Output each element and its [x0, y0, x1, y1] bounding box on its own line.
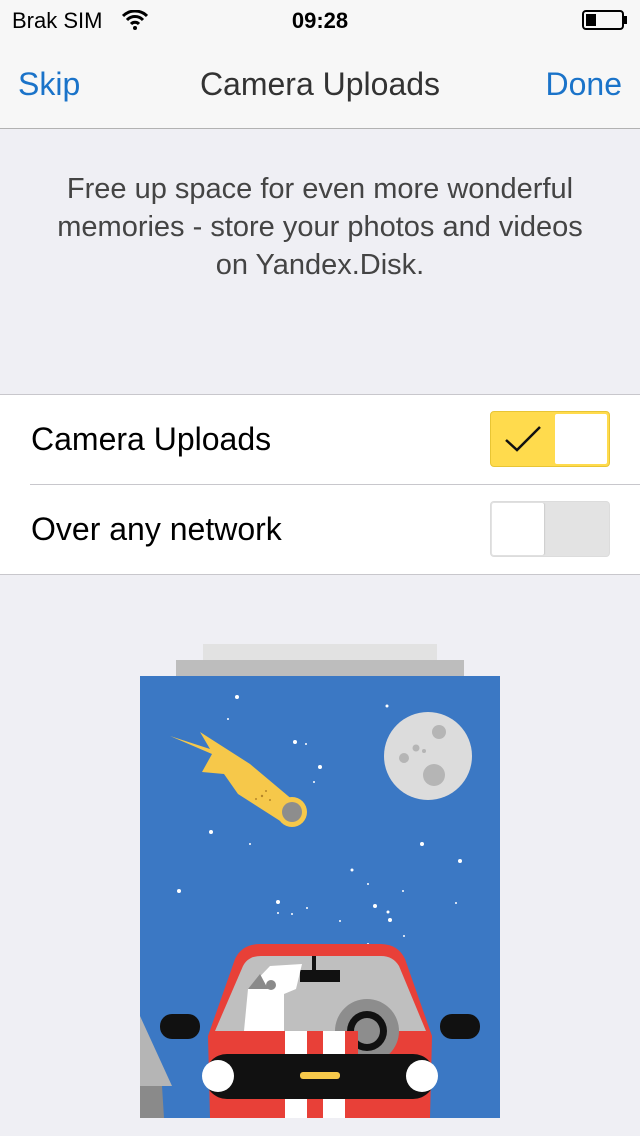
promo-text: Free up space for even more wonderful me…	[57, 173, 583, 281]
camera-uploads-row: Camera Uploads	[0, 395, 640, 485]
camera-uploads-toggle[interactable]	[490, 411, 610, 467]
page-title: Camera Uploads	[199, 66, 441, 102]
status-bar: Brak SIM 09:28	[0, 0, 640, 40]
battery-icon	[582, 10, 628, 30]
checkmark-icon	[503, 424, 543, 459]
clock: 09:28	[291, 8, 349, 33]
camera-uploads-label: Camera Uploads	[31, 421, 272, 457]
space-car-illustration	[140, 644, 500, 1118]
done-button[interactable]: Done	[546, 66, 623, 103]
moon-icon	[384, 712, 472, 800]
photo-stack-back	[203, 644, 437, 660]
toggle-knob	[555, 414, 607, 464]
toggle-knob	[492, 503, 544, 555]
over-any-network-toggle[interactable]	[490, 501, 610, 557]
settings-list: Camera Uploads Over any network	[0, 394, 640, 575]
over-any-network-label: Over any network	[31, 511, 282, 547]
photo-stack-middle	[176, 660, 464, 676]
over-any-network-row: Over any network	[0, 485, 640, 574]
navigation-bar: Skip Camera Uploads Done	[0, 40, 640, 129]
